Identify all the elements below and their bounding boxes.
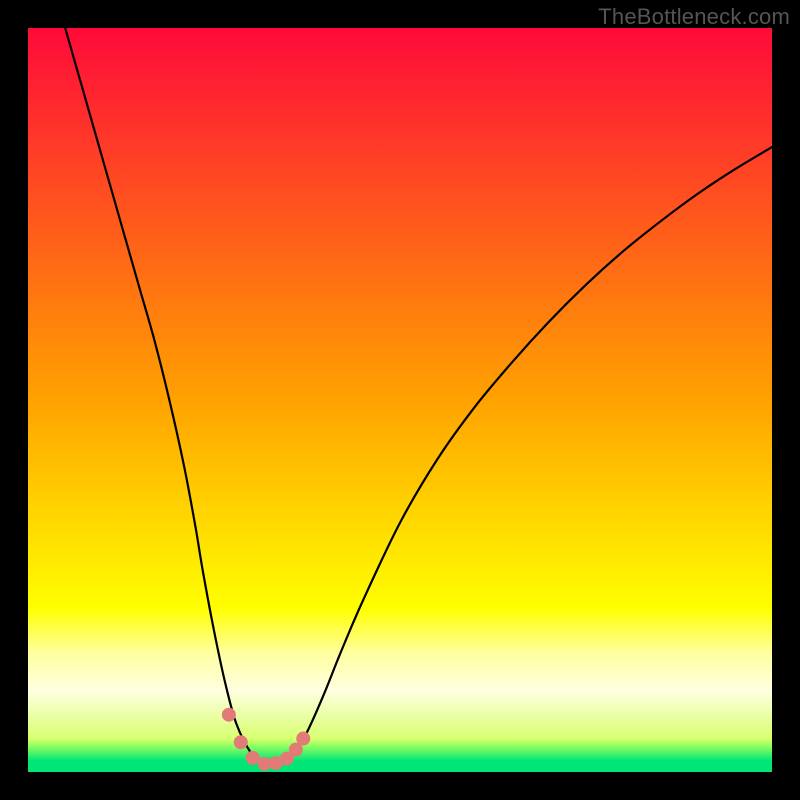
plot-svg [28,28,772,772]
plot-area [28,28,772,772]
gradient-background [28,28,772,772]
valley-dot [222,708,236,722]
valley-dot [234,735,248,749]
watermark-text: TheBottleneck.com [598,4,790,30]
valley-dot [296,732,310,746]
valley-dot [246,751,260,765]
chart-frame: TheBottleneck.com [0,0,800,800]
